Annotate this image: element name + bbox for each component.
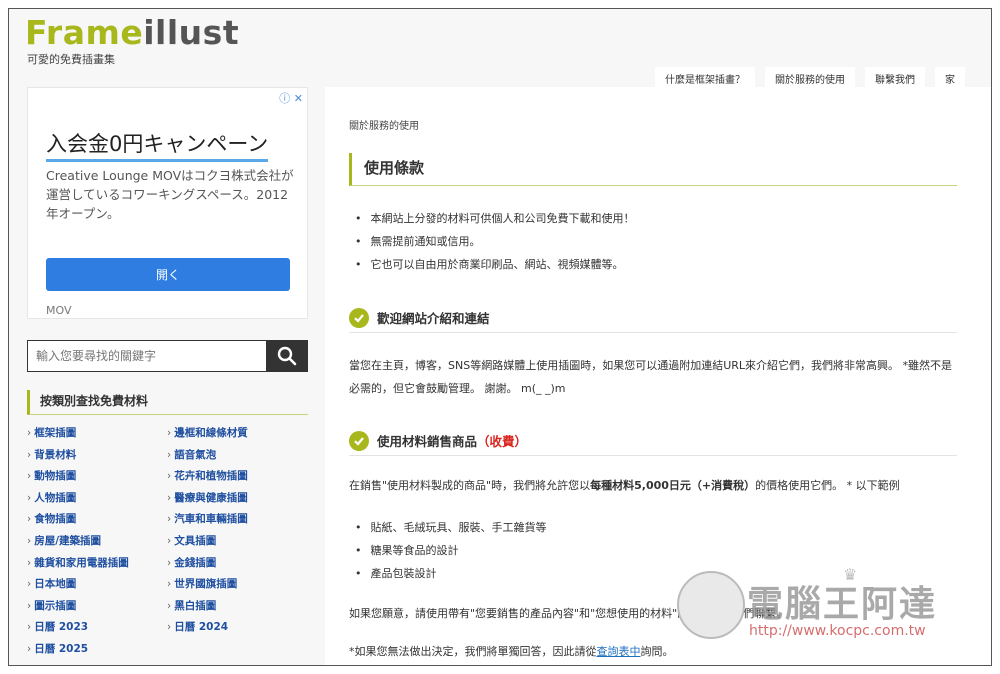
sell-price: 每種材料5,000日元（+消費稅）: [590, 479, 756, 492]
terms-list: 本網站上分發的材料可供個人和公司免費下載和使用！ 無需提前通知或信用。 它也可以…: [355, 207, 635, 276]
sell-text-a: 在銷售"使用材料製成的商品"時，我們將允許您以: [349, 479, 591, 492]
paid-label: （收費）: [477, 434, 528, 449]
list-item: 貼紙、毛絨玩具、服裝、手工雜貨等: [355, 516, 547, 539]
category-link[interactable]: 食物插圖: [27, 511, 167, 533]
link-paragraph: 當您在主頁，博客，SNS等網路媒體上使用插圖時，如果您可以通過附加連結URL來介…: [349, 359, 953, 395]
sell-text-b: 的價格使用它們。 * 以下範例: [755, 479, 900, 492]
search-button[interactable]: [266, 340, 308, 372]
inquiry-form-link[interactable]: 查詢表: [688, 607, 721, 620]
category-link[interactable]: 金錢插圖: [167, 555, 307, 577]
ad-brand: MOV: [46, 304, 72, 317]
note-text-a: *如果您無法做出決定，我們將單獨回答，因此請從: [349, 645, 597, 658]
note-text-b: 詢問。: [640, 645, 674, 658]
ad-body: Creative Lounge MOVはコクヨ株式会社が運営しているコワーキング…: [46, 168, 294, 221]
contact-paragraph: 如果您願意，請使用帶有"您要銷售的產品內容"和"您想使用的材料"的查詢表與我們聯…: [349, 602, 961, 625]
note-paragraph: *如果您無法做出決定，我們將單獨回答，因此請從查詢表中詢問。: [349, 640, 961, 663]
nav-usage[interactable]: 關於服務的使用: [765, 67, 855, 88]
logo-text-illust: illust: [143, 13, 240, 52]
category-link[interactable]: 框架插圖: [27, 425, 167, 447]
category-link[interactable]: 動物插圖: [27, 468, 167, 490]
terms-heading: 使用條款: [349, 153, 957, 186]
search-icon: [277, 346, 297, 366]
browser-page: Frameillust 可愛的免費插畫集 什麼是框架插畫？ 關於服務的使用 聯繫…: [8, 8, 992, 666]
logo-text-frame: Frame: [25, 13, 144, 52]
top-navigation: 什麼是框架插畫？ 關於服務的使用 聯繫我們 家: [655, 67, 965, 88]
nav-contact[interactable]: 聯繫我們: [865, 67, 925, 88]
category-link[interactable]: 背景材料: [27, 447, 167, 469]
category-link[interactable]: 語音氣泡: [167, 447, 307, 469]
check-icon: [349, 307, 369, 328]
category-link[interactable]: 汽車和車輛插圖: [167, 511, 307, 533]
category-link[interactable]: 日本地圖: [27, 576, 167, 598]
category-link[interactable]: 黑白插圖: [167, 598, 307, 620]
contact-text-b: 與我們聯繫。: [721, 607, 788, 620]
sell-heading-text: 使用材料銷售商品: [377, 434, 478, 449]
category-link[interactable]: 日曆 2025: [27, 641, 167, 663]
list-item: 產品包裝設計: [355, 562, 547, 585]
list-item: 本網站上分發的材料可供個人和公司免費下載和使用！: [355, 207, 635, 230]
inquiry-form-link-2[interactable]: 查詢表中: [597, 645, 641, 658]
category-link[interactable]: 房屋/建築插圖: [27, 533, 167, 555]
category-link[interactable]: 醫療與健康插圖: [167, 490, 307, 512]
category-link[interactable]: 花卉和植物插圖: [167, 468, 307, 490]
ad-info-close[interactable]: ⓘ ✕: [279, 90, 303, 106]
nav-home[interactable]: 家: [935, 67, 965, 88]
ad-title[interactable]: 入会金0円キャンペーン: [46, 128, 269, 162]
search-input[interactable]: [27, 340, 266, 372]
check-icon: [349, 430, 369, 451]
category-link[interactable]: 雜貨和家用電器插圖: [27, 555, 167, 577]
category-link[interactable]: 日曆 2023: [27, 619, 167, 641]
nav-what-is[interactable]: 什麼是框架插畫？: [655, 67, 755, 88]
category-heading: 按類別查找免費材料: [27, 390, 308, 415]
link-heading-text: 歡迎網站介紹和連結: [377, 311, 490, 326]
category-link[interactable]: 日曆 2024: [167, 619, 307, 641]
category-link[interactable]: 文具插圖: [167, 533, 307, 555]
category-link[interactable]: 世界國旗插圖: [167, 576, 307, 598]
ad-open-button[interactable]: 開く: [46, 258, 290, 291]
breadcrumb: 關於服務的使用: [349, 121, 419, 132]
list-item: 它也可以自由用於商業印刷品、網站、視頻媒體等。: [355, 253, 635, 276]
site-logo[interactable]: Frameillust: [25, 13, 239, 53]
sell-paragraph: 在銷售"使用材料製成的商品"時，我們將允許您以每種材料5,000日元（+消費稅）…: [349, 474, 961, 497]
search-bar: [27, 340, 308, 372]
uses-list: 貼紙、毛絨玩具、服裝、手工雜貨等 糖果等食品的設計 產品包裝設計: [355, 516, 547, 585]
list-item: 無需提前通知或信用。: [355, 230, 635, 253]
advertisement[interactable]: ⓘ ✕ 入会金0円キャンペーン Creative Lounge MOVはコクヨ株…: [27, 87, 308, 319]
link-heading: 歡迎網站介紹和連結: [349, 303, 957, 333]
site-tagline: 可愛的免費插畫集: [27, 53, 115, 66]
category-list: 框架插圖邊框和線條材質背景材料語音氣泡動物插圖花卉和植物插圖人物插圖醫療與健康插…: [27, 425, 317, 663]
sell-heading: 使用材料銷售商品 （收費）: [349, 426, 957, 456]
contact-text-a: 如果您願意，請使用帶有"您要銷售的產品內容"和"您想使用的材料"的: [349, 607, 689, 620]
info-icon[interactable]: ⓘ: [279, 92, 290, 105]
category-link[interactable]: 圖示插圖: [27, 598, 167, 620]
list-item: 糖果等食品的設計: [355, 539, 547, 562]
category-link[interactable]: 邊框和線條材質: [167, 425, 307, 447]
main-content: 關於服務的使用 使用條款 本網站上分發的材料可供個人和公司免費下載和使用！ 無需…: [325, 87, 991, 665]
close-icon[interactable]: ✕: [294, 92, 303, 105]
category-link[interactable]: 人物插圖: [27, 490, 167, 512]
